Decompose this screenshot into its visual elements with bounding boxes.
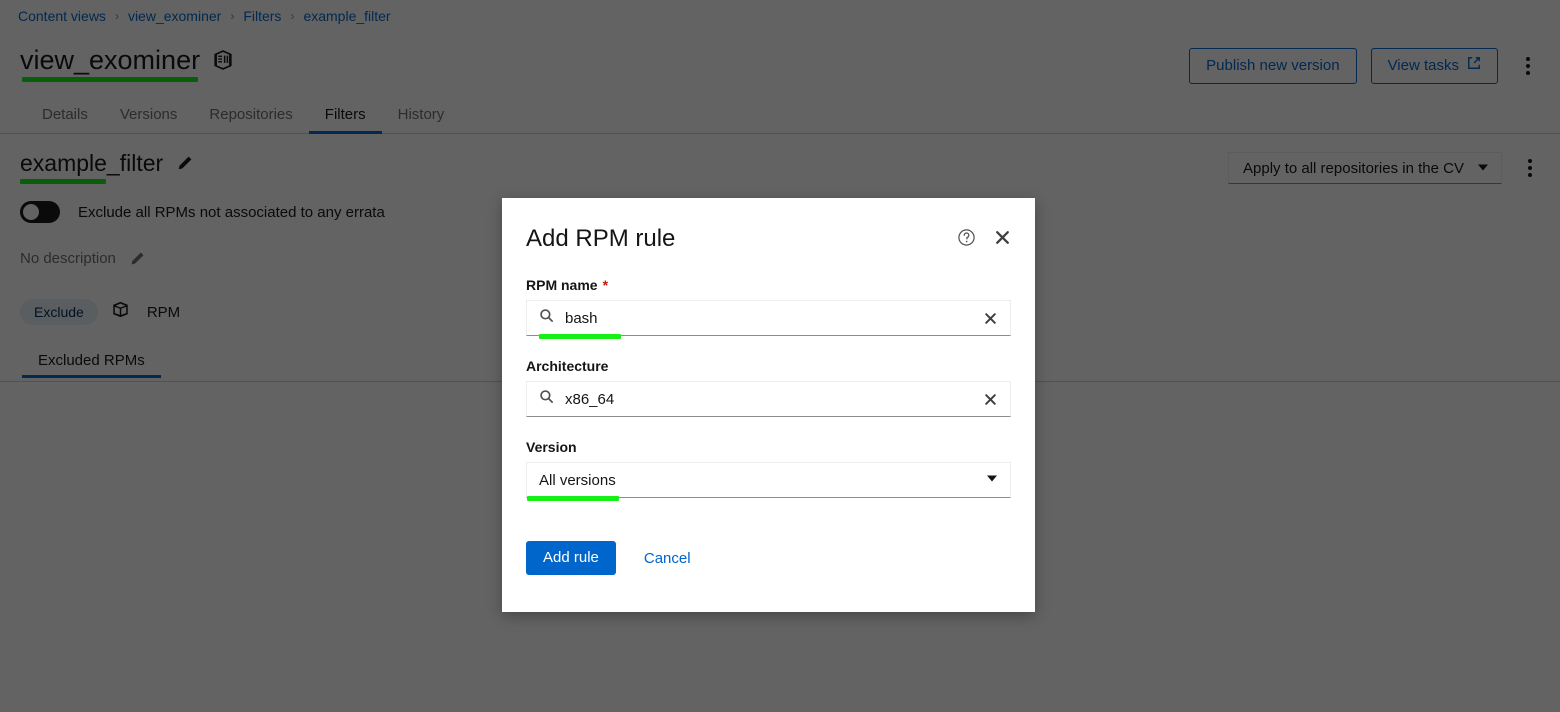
- rpm-name-label-row: RPM name *: [526, 277, 1011, 293]
- add-rpm-rule-modal: Add RPM rule RPM name * bash Architectur…: [502, 198, 1035, 612]
- rpm-name-value: bash: [565, 309, 598, 327]
- clear-x-icon[interactable]: [983, 311, 998, 326]
- architecture-label: Architecture: [526, 358, 609, 374]
- architecture-field: Architecture x86_64: [526, 358, 1011, 417]
- version-field: Version All versions: [526, 439, 1011, 501]
- clear-x-icon[interactable]: [983, 392, 998, 407]
- required-marker: *: [602, 277, 609, 293]
- version-value: All versions: [539, 471, 616, 489]
- architecture-value: x86_64: [565, 390, 615, 408]
- architecture-label-row: Architecture: [526, 358, 1011, 374]
- modal-header: Add RPM rule: [526, 222, 1011, 255]
- search-icon: [539, 389, 554, 409]
- rpm-name-field: RPM name * bash: [526, 277, 1011, 339]
- close-x-icon[interactable]: [994, 229, 1011, 246]
- add-rule-button[interactable]: Add rule: [526, 541, 616, 575]
- help-circle-icon[interactable]: [957, 228, 976, 247]
- search-icon: [539, 308, 554, 328]
- rpm-name-highlight: [539, 334, 621, 339]
- version-highlight: [527, 496, 619, 501]
- rpm-name-input[interactable]: bash: [526, 300, 1011, 339]
- version-label-row: Version: [526, 439, 1011, 455]
- version-select[interactable]: All versions: [526, 462, 1011, 501]
- modal-title: Add RPM rule: [526, 225, 676, 252]
- version-label: Version: [526, 439, 577, 455]
- app-root: Content views › view_exominer › Filters …: [0, 0, 1560, 712]
- modal-actions: Add rule Cancel: [526, 541, 1011, 575]
- architecture-input[interactable]: x86_64: [526, 381, 1011, 417]
- rpm-name-label: RPM name: [526, 277, 598, 293]
- cancel-button[interactable]: Cancel: [632, 543, 703, 574]
- caret-down-icon: [986, 471, 998, 489]
